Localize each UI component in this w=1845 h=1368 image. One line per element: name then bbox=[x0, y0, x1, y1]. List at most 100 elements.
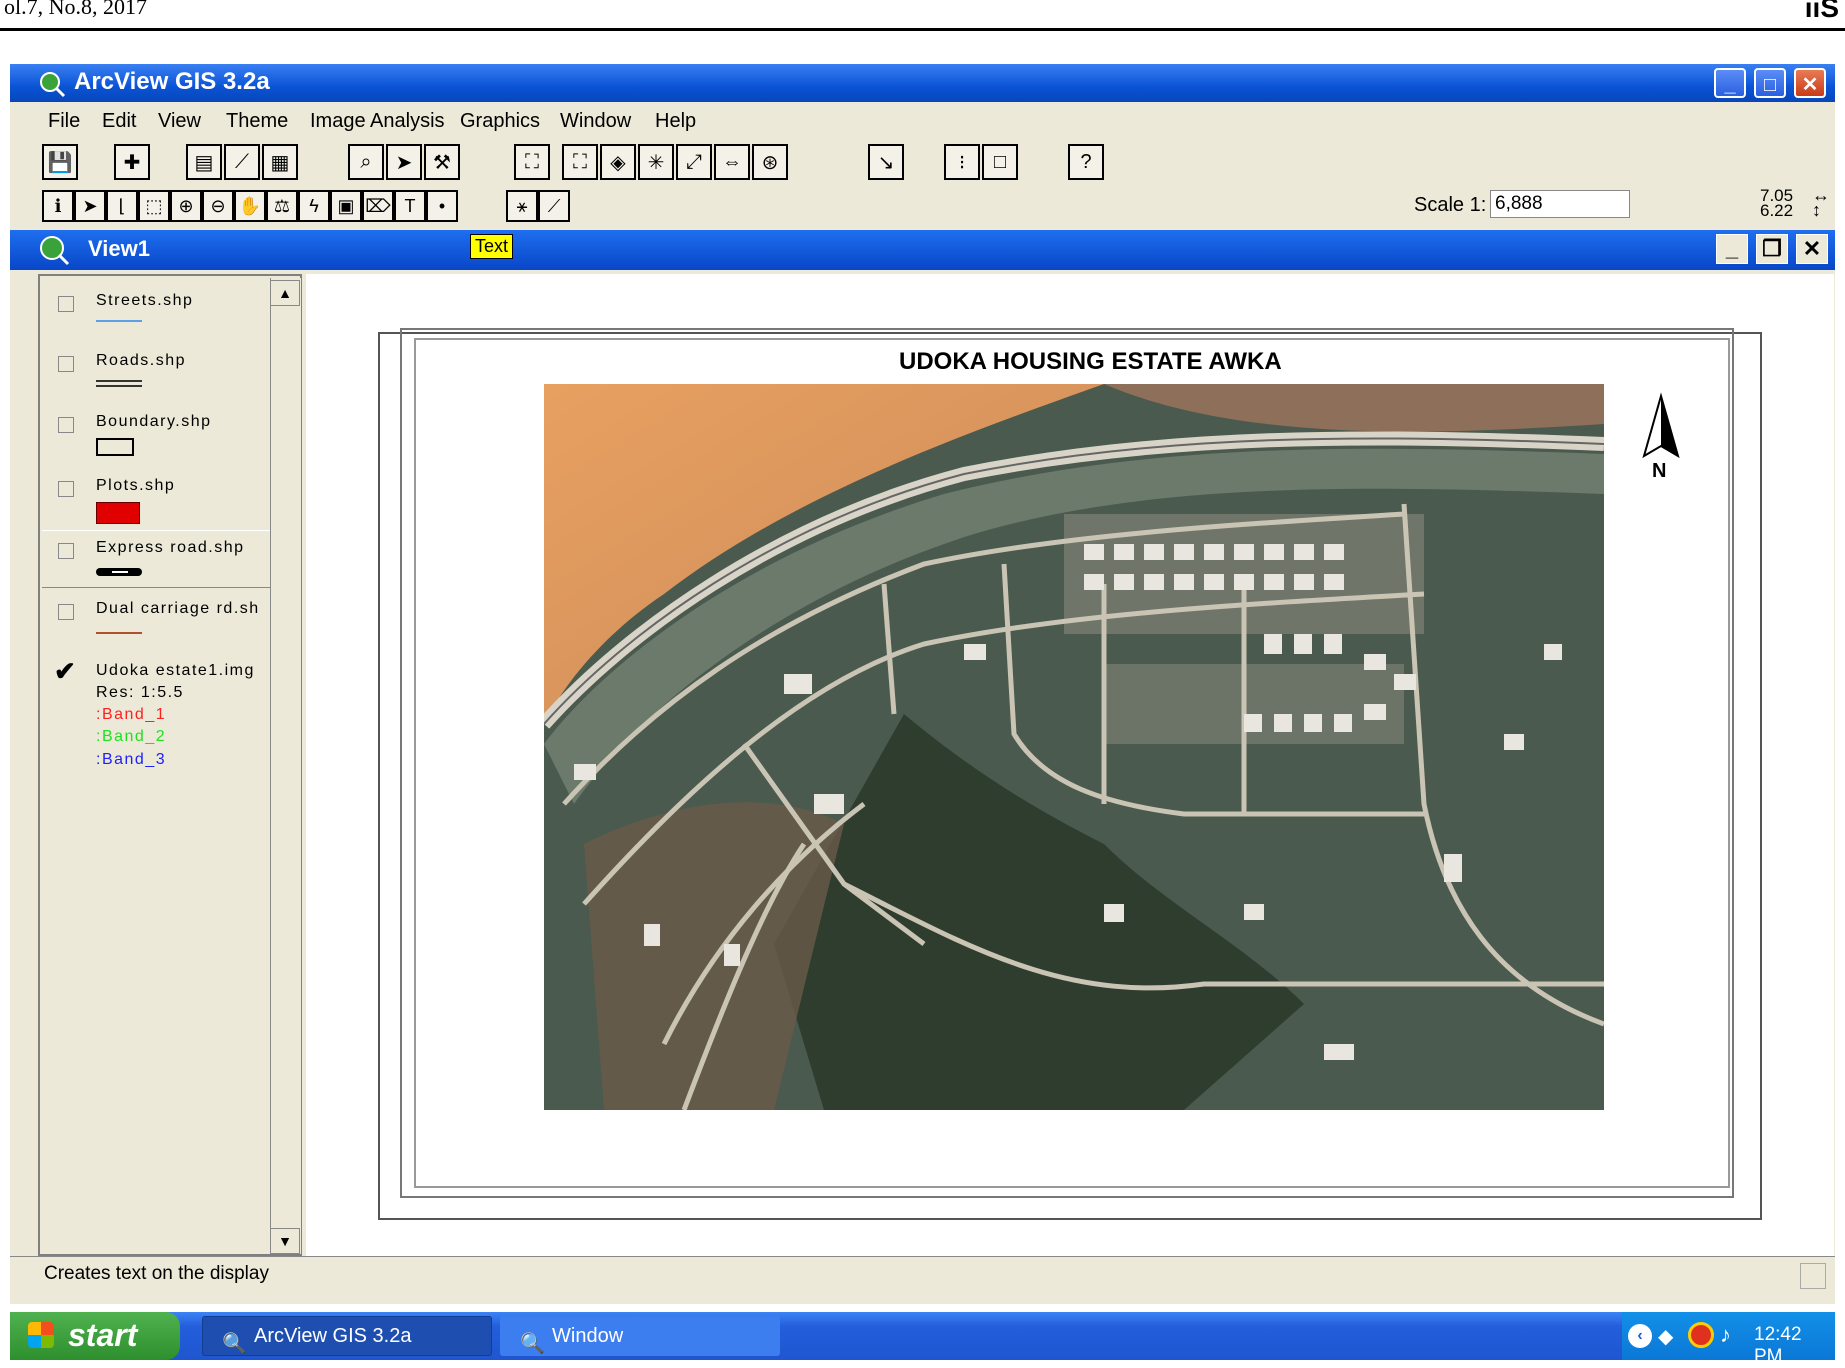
antivirus-tray-icon[interactable] bbox=[1688, 1322, 1714, 1348]
query-builder-button[interactable]: ⚒ bbox=[424, 144, 460, 180]
coord-y: 6.22 bbox=[1760, 201, 1794, 220]
line-tool-icon[interactable]: ⟋ bbox=[538, 190, 570, 222]
app-title-bar[interactable]: ArcView GIS 3.2a _ □ ✕ bbox=[10, 64, 1835, 102]
save-project-button[interactable]: 💾 bbox=[42, 144, 78, 180]
resize-grip-icon[interactable] bbox=[1800, 1263, 1826, 1289]
band-3-label: :Band_3 bbox=[96, 751, 167, 768]
layer-checkbox[interactable] bbox=[58, 604, 74, 620]
menu-bar: File Edit View Theme Image Analysis Grap… bbox=[10, 104, 1835, 140]
maximize-button[interactable]: □ bbox=[1754, 68, 1786, 98]
view-title-bar[interactable]: View1 _ ❐ ✕ bbox=[10, 230, 1835, 270]
journal-volume-text: ol.7, No.8, 2017 bbox=[4, 0, 147, 19]
minimize-button[interactable]: _ bbox=[1714, 68, 1746, 98]
view-minimize-button[interactable]: _ bbox=[1716, 234, 1748, 264]
pan-hand-icon[interactable]: ✋ bbox=[234, 190, 266, 222]
edit-legend-button[interactable]: ⟋ bbox=[224, 144, 260, 180]
locate-address-button[interactable]: ➤ bbox=[386, 144, 422, 180]
scroll-down-button[interactable]: ▼ bbox=[270, 1228, 300, 1254]
status-bar: Creates text on the display bbox=[10, 1256, 1835, 1293]
tray-expand-icon[interactable]: ‹ bbox=[1628, 1324, 1652, 1348]
menu-window[interactable]: Window bbox=[560, 110, 631, 133]
zoom-out-icon[interactable]: ⊖ bbox=[202, 190, 234, 222]
add-theme-button[interactable]: ✚ bbox=[114, 144, 150, 180]
start-button[interactable]: start bbox=[10, 1312, 180, 1360]
close-button[interactable]: ✕ bbox=[1794, 68, 1826, 98]
open-table-button[interactable]: ▦ bbox=[262, 144, 298, 180]
windows-logo-icon bbox=[28, 1322, 54, 1348]
layer-checkbox[interactable] bbox=[58, 356, 74, 372]
task-window[interactable]: 🔍 Window bbox=[500, 1316, 780, 1356]
select-features-button[interactable]: ⊛ bbox=[752, 144, 788, 180]
band-1-label: :Band_1 bbox=[96, 706, 167, 723]
layer-express-road[interactable]: Express road.shp bbox=[96, 539, 245, 557]
units-arrows-icon: ↔ ↕ bbox=[1812, 185, 1830, 220]
dual-carriage-legend-symbol bbox=[96, 632, 142, 634]
layer-plots[interactable]: Plots.shp bbox=[96, 477, 175, 495]
volume-tray-icon[interactable]: ♪ bbox=[1720, 1322, 1731, 1348]
zoom-in-button[interactable]: ✳ bbox=[638, 144, 674, 180]
checked-checkbox-icon[interactable]: ✔ bbox=[54, 656, 76, 687]
zoom-full-extent-button[interactable]: ⛶ bbox=[514, 144, 550, 180]
table-of-contents: Streets.shp Roads.shp Boundary.shp Plots… bbox=[38, 274, 302, 1256]
clear-selection-button[interactable]: ↘ bbox=[868, 144, 904, 180]
image-resolution: Res: 1:5.5 bbox=[96, 684, 184, 701]
view-title: View1 bbox=[88, 236, 150, 261]
measure-icon[interactable]: ⚖ bbox=[266, 190, 298, 222]
layer-boundary[interactable]: Boundary.shp bbox=[96, 413, 212, 431]
label-icon[interactable]: ⌦ bbox=[362, 190, 394, 222]
vertex-edit-icon[interactable]: ⌊ bbox=[106, 190, 138, 222]
theme-properties-button[interactable]: ▤ bbox=[186, 144, 222, 180]
zoom-out-button[interactable]: ⤢ bbox=[676, 144, 712, 180]
menu-theme[interactable]: Theme bbox=[226, 110, 288, 133]
hotlink-icon[interactable]: ϟ bbox=[298, 190, 330, 222]
layer-checkbox[interactable] bbox=[58, 417, 74, 433]
layer-udoka-image[interactable]: Udoka estate1.img bbox=[96, 662, 255, 680]
menu-help[interactable]: Help bbox=[655, 110, 696, 133]
help-button[interactable]: ? bbox=[1068, 144, 1104, 180]
task-arcview[interactable]: 🔍 ArcView GIS 3.2a bbox=[202, 1316, 492, 1356]
layer-dual-carriage-road[interactable]: Dual carriage rd.sh bbox=[96, 600, 260, 618]
zoom-selected-button[interactable]: ◈ bbox=[600, 144, 636, 180]
image-tool-icon[interactable]: ⚹ bbox=[506, 190, 538, 222]
layout-button[interactable]: ⁝ bbox=[944, 144, 980, 180]
tool-tooltip: Text bbox=[470, 234, 514, 259]
layer-streets[interactable]: Streets.shp bbox=[96, 292, 193, 310]
zoom-previous-button[interactable]: ⇔ bbox=[714, 144, 750, 180]
area-select-icon[interactable]: ▣ bbox=[330, 190, 362, 222]
menu-edit[interactable]: Edit bbox=[102, 110, 136, 133]
layer-checkbox[interactable] bbox=[58, 543, 74, 559]
pointer-icon[interactable]: ➤ bbox=[74, 190, 106, 222]
arcview-globe-icon bbox=[40, 72, 66, 98]
map-title: UDOKA HOUSING ESTATE AWKA bbox=[899, 348, 1282, 375]
identify-icon[interactable]: ℹ bbox=[42, 190, 74, 222]
zoom-active-themes-button[interactable]: ⛶ bbox=[562, 144, 598, 180]
network-tray-icon[interactable]: ◆ bbox=[1658, 1324, 1673, 1349]
view-restore-button[interactable]: ❐ bbox=[1756, 234, 1788, 264]
button-bar: 💾 ✚ ▤ ⟋ ▦ ⌕ ➤ ⚒ ⛶ ⛶ ◈ ✳ ⤢ ⇔ ⊛ ↘ ⁝ □ ? bbox=[10, 140, 1835, 184]
zoom-in-icon[interactable]: ⊕ bbox=[170, 190, 202, 222]
scroll-up-button[interactable]: ▲ bbox=[270, 280, 300, 306]
system-tray: ‹ ◆ ♪ 12:42 PM bbox=[1622, 1312, 1835, 1367]
view-close-button[interactable]: ✕ bbox=[1796, 234, 1828, 264]
north-label: N bbox=[1652, 460, 1667, 482]
scale-label: Scale 1: bbox=[1414, 194, 1487, 216]
menu-file[interactable]: File bbox=[48, 110, 80, 133]
task-window-label: Window bbox=[552, 1325, 624, 1347]
layer-checkbox[interactable] bbox=[58, 481, 74, 497]
satellite-image bbox=[544, 384, 1604, 1110]
menu-view[interactable]: View bbox=[158, 110, 201, 133]
menu-image-analysis[interactable]: Image Analysis bbox=[310, 110, 445, 133]
draw-point-icon[interactable]: • bbox=[426, 190, 458, 222]
express-road-legend-center bbox=[112, 571, 128, 573]
menu-graphics[interactable]: Graphics bbox=[460, 110, 540, 133]
layer-checkbox[interactable] bbox=[58, 296, 74, 312]
toc-scrollbar[interactable] bbox=[270, 278, 301, 1254]
text-tool-icon[interactable]: T bbox=[394, 190, 426, 222]
layer-roads[interactable]: Roads.shp bbox=[96, 352, 186, 370]
select-feature-icon[interactable]: ⬚ bbox=[138, 190, 170, 222]
windows-taskbar: start 🔍 ArcView GIS 3.2a 🔍 Window ‹ ◆ ♪ … bbox=[10, 1312, 1835, 1367]
task-arcview-label: ArcView GIS 3.2a bbox=[254, 1325, 412, 1347]
scale-input[interactable]: 6,888 bbox=[1490, 190, 1630, 218]
find-button[interactable]: ⌕ bbox=[348, 144, 384, 180]
create-chart-button[interactable]: □ bbox=[982, 144, 1018, 180]
